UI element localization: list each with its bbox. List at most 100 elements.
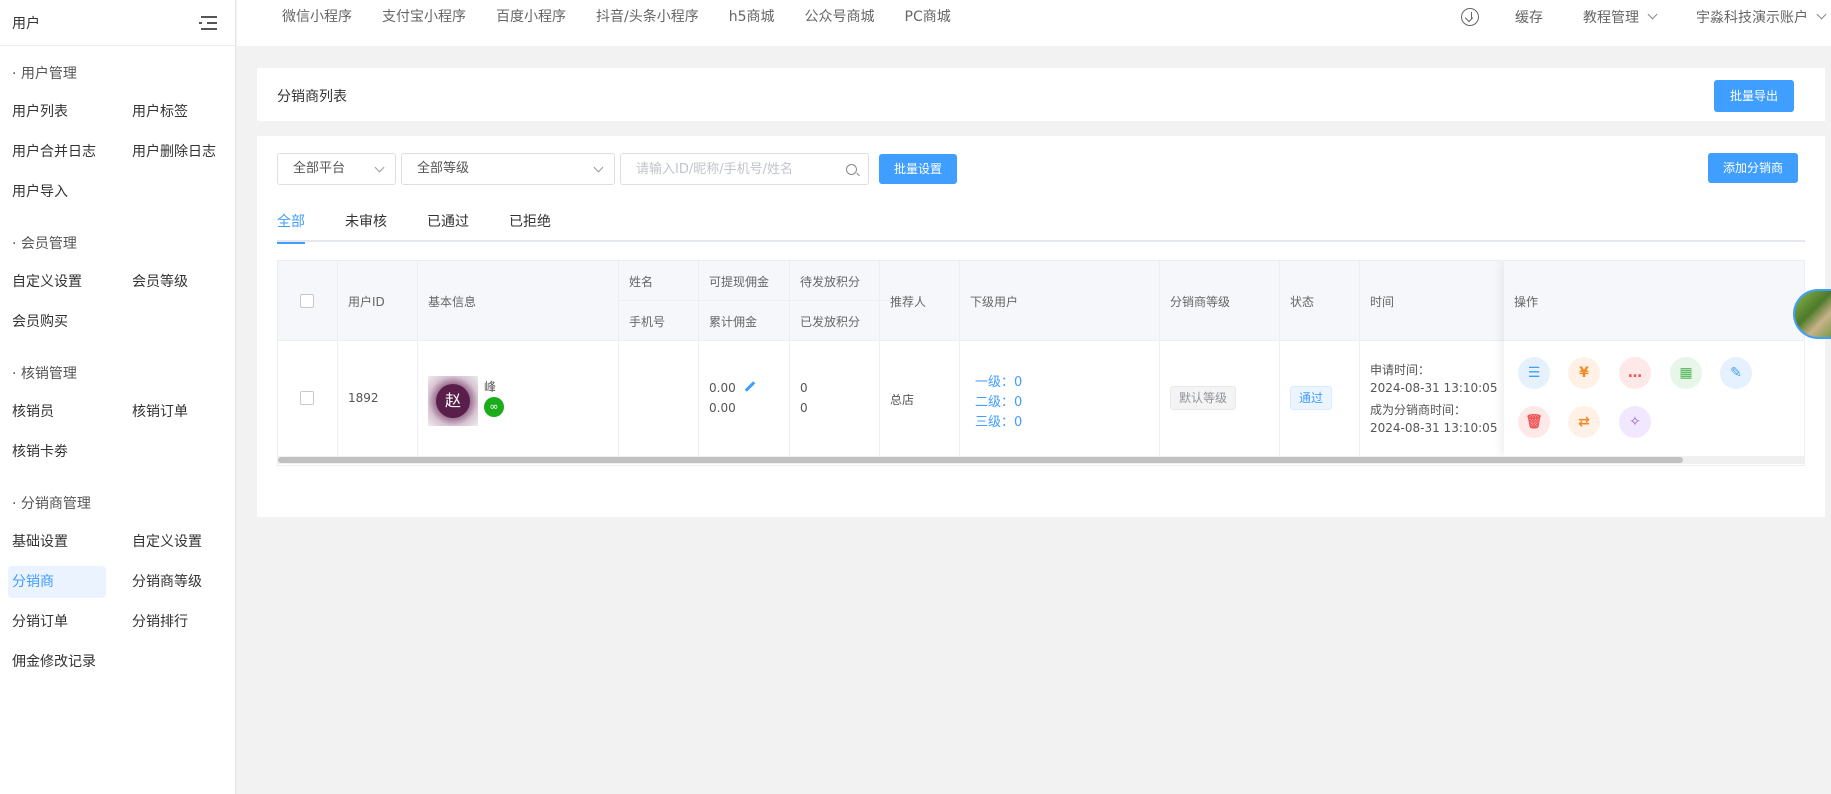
platform-select[interactable]: 全部平台 <box>277 153 396 185</box>
account-menu[interactable]: 宇淼科技演示账户 <box>1696 7 1827 27</box>
become-time: 2024-08-31 13:10:05 <box>1370 421 1498 435</box>
sidebar-item-member-custom[interactable]: 自定义设置 <box>8 266 106 298</box>
nav-baidu-miniprogram[interactable]: 百度小程序 <box>496 0 566 34</box>
total-commission-value: 0.00 <box>709 401 736 415</box>
distributor-table: 用户ID 基本信息 姓名 手机号 可提现佣金 累计佣金 待发放积分 已发放积分 … <box>277 260 1805 466</box>
wechat-link-icon: ∞ <box>484 397 504 417</box>
page-title: 分销商列表 <box>277 89 347 105</box>
sidebar-group-user: · 用户管理 用户列表 用户标签 用户合并日志 用户删除日志 用户导入 <box>0 46 235 216</box>
sidebar-item-member-purchase[interactable]: 会员购买 <box>8 306 106 338</box>
sidebar-item-delete-log[interactable]: 用户删除日志 <box>128 136 226 168</box>
tab-all[interactable]: 全部 <box>277 204 305 244</box>
add-distributor-button[interactable]: 添加分销商 <box>1708 153 1798 183</box>
col-issued-points: 已发放积分 <box>800 315 861 329</box>
distributor-list-card: 全部平台 全部等级 批量设置 添加分销商 全部 未审核 已通过 已拒绝 用户ID… <box>257 136 1825 517</box>
level-select[interactable]: 全部等级 <box>401 153 615 185</box>
scrollbar-thumb[interactable] <box>278 457 1683 463</box>
col-subordinates: 下级用户 <box>970 295 1019 309</box>
cache-link[interactable]: 缓存 <box>1515 7 1543 27</box>
select-all-checkbox[interactable] <box>300 294 314 308</box>
sidebar-item-member-level[interactable]: 会员等级 <box>128 266 226 298</box>
settings-icon[interactable]: ✧ <box>1619 406 1651 438</box>
menu-collapse-icon[interactable] <box>199 15 217 30</box>
qrcode-icon[interactable]: ▦ <box>1670 357 1702 389</box>
nav-wechat-miniprogram[interactable]: 微信小程序 <box>282 0 352 34</box>
chevron-down-icon <box>374 162 385 173</box>
referrer-value: 总店 <box>890 393 915 407</box>
sidebar-item-user-tags[interactable]: 用户标签 <box>128 96 226 128</box>
sidebar-group-title: · 用户管理 <box>12 66 77 82</box>
batch-export-button[interactable]: 批量导出 <box>1714 80 1794 112</box>
level3-link[interactable]: 三级：0 <box>975 411 1022 430</box>
sidebar-group-member: · 会员管理 自定义设置 会员等级 会员购买 <box>0 216 235 346</box>
level1-link[interactable]: 一级：0 <box>975 371 1022 390</box>
sidebar-group-verify: · 核销管理 核销员 核销订单 核销卡劵 <box>0 346 235 476</box>
nav-h5-mall[interactable]: h5商城 <box>729 0 775 34</box>
withdrawable-value: 0.00 <box>709 381 736 395</box>
sidebar-group-title: · 分销商管理 <box>12 496 91 512</box>
platform-select-value: 全部平台 <box>293 161 346 176</box>
nav-douyin-miniprogram[interactable]: 抖音/头条小程序 <box>596 0 699 34</box>
nav-official-account-mall[interactable]: 公众号商城 <box>805 0 875 34</box>
tutorial-label: 教程管理 <box>1583 10 1639 26</box>
search-icon[interactable] <box>846 164 857 175</box>
chevron-down-icon <box>1816 9 1827 20</box>
status-tabs: 全部 未审核 已通过 已拒绝 <box>277 204 1805 244</box>
withdrawable-value-wrap: 0.00 <box>709 381 756 395</box>
nav-pc-mall[interactable]: PC商城 <box>905 0 951 34</box>
sidebar-item-user-list[interactable]: 用户列表 <box>8 96 106 128</box>
sidebar-item-distributor-level[interactable]: 分销商等级 <box>128 566 226 598</box>
sidebar-group-title: · 会员管理 <box>12 236 77 252</box>
col-name: 姓名 <box>629 275 654 289</box>
tutorial-menu[interactable]: 教程管理 <box>1583 7 1658 27</box>
sidebar-item-verifier[interactable]: 核销员 <box>8 396 106 428</box>
unbind-icon[interactable]: ⇄ <box>1568 406 1600 438</box>
nav-alipay-miniprogram[interactable]: 支付宝小程序 <box>382 0 466 34</box>
sidebar-item-distributor[interactable]: 分销商 <box>8 566 106 598</box>
sidebar-item-distributor-custom[interactable]: 自定义设置 <box>128 526 226 558</box>
col-time: 时间 <box>1370 295 1395 309</box>
apply-time-label: 申请时间： <box>1370 363 1431 377</box>
apply-time: 2024-08-31 13:10:05 <box>1370 381 1498 395</box>
pending-points-value: 0 <box>800 381 808 395</box>
col-user-id: 用户ID <box>348 295 385 309</box>
top-nav: 微信小程序 支付宝小程序 百度小程序 抖音/头条小程序 h5商城 公众号商城 P… <box>237 0 1831 46</box>
sidebar-item-distribution-ranking[interactable]: 分销排行 <box>128 606 226 638</box>
sidebar-item-verify-orders[interactable]: 核销订单 <box>128 396 226 428</box>
tab-rejected[interactable]: 已拒绝 <box>509 204 551 242</box>
operations-column: 操作 ☰ ¥ … ▦ ✎ 🗑 ⇄ ✧ <box>1504 261 1804 456</box>
become-time-label: 成为分销商时间： <box>1370 403 1467 417</box>
col-level: 分销商等级 <box>1170 295 1231 309</box>
chevron-down-icon <box>1647 9 1658 20</box>
user-id: 1892 <box>348 391 379 405</box>
message-icon[interactable]: … <box>1619 357 1651 389</box>
level2-link[interactable]: 二级：0 <box>975 391 1022 410</box>
nickname: 峰 <box>484 380 497 394</box>
account-label: 宇淼科技演示账户 <box>1696 10 1808 26</box>
tab-approved[interactable]: 已通过 <box>427 204 469 242</box>
download-icon[interactable] <box>1461 8 1479 26</box>
commission-icon[interactable]: ¥ <box>1568 357 1600 389</box>
sidebar-item-verify-coupons[interactable]: 核销卡劵 <box>8 436 106 468</box>
sidebar-item-distribution-orders[interactable]: 分销订单 <box>8 606 106 638</box>
sidebar-item-merge-log[interactable]: 用户合并日志 <box>8 136 106 168</box>
sidebar-item-user-import[interactable]: 用户导入 <box>8 176 106 208</box>
row-checkbox[interactable] <box>300 391 314 405</box>
sidebar-item-basic-settings[interactable]: 基础设置 <box>8 526 106 558</box>
batch-settings-button[interactable]: 批量设置 <box>879 154 957 184</box>
col-ops: 操作 <box>1514 295 1539 309</box>
col-withdrawable: 可提现佣金 <box>709 275 770 289</box>
search-input[interactable] <box>620 153 869 185</box>
col-total-commission: 累计佣金 <box>709 315 758 329</box>
col-phone: 手机号 <box>629 315 666 329</box>
table-horizontal-scrollbar[interactable] <box>278 456 1804 464</box>
order-icon[interactable]: ☰ <box>1518 357 1550 389</box>
tab-pending[interactable]: 未审核 <box>345 204 387 242</box>
sidebar-item-commission-log[interactable]: 佣金修改记录 <box>8 646 118 678</box>
col-basic-info: 基本信息 <box>428 295 477 309</box>
sidebar-group-distributor: · 分销商管理 基础设置 自定义设置 分销商 分销商等级 分销订单 分销排行 佣… <box>0 476 235 686</box>
delete-icon[interactable]: 🗑 <box>1518 406 1550 438</box>
edit-pencil-icon[interactable] <box>744 381 756 392</box>
status-badge: 通过 <box>1290 386 1333 410</box>
edit-icon[interactable]: ✎ <box>1720 357 1752 389</box>
